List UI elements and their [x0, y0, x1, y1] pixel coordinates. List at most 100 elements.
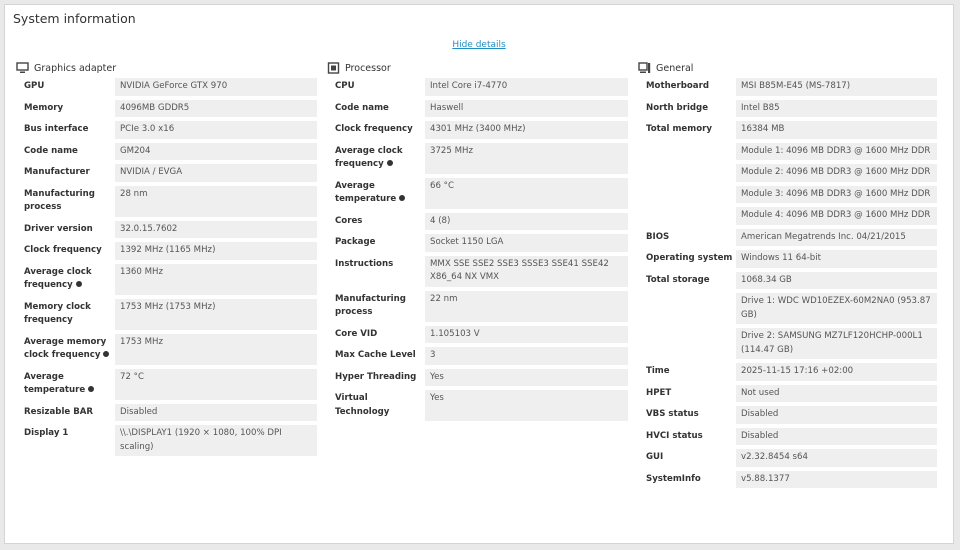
info-row: Module 4: 4096 MB DDR3 @ 1600 MHz DDR	[638, 207, 937, 225]
row-value: MMX SSE SSE2 SSE3 SSSE3 SSE41 SSE42 X86_…	[425, 255, 628, 287]
info-row: Average clock frequency 1360 MHz	[16, 263, 317, 295]
row-value: Intel Core i7-4770	[425, 78, 628, 96]
row-label-text: Average temperature	[335, 180, 397, 205]
info-row: Average temperature 66 °C	[327, 177, 628, 209]
row-label: Bus interface	[16, 121, 115, 139]
row-label: Memory clock frequency	[16, 299, 115, 330]
row-label: HVCI status	[638, 428, 736, 446]
row-label: Core VID	[327, 326, 425, 344]
info-row: Memory 4096MB GDDR5	[16, 99, 317, 117]
row-label-text: North bridge	[646, 102, 709, 113]
row-label-text: Resizable BAR	[24, 406, 94, 417]
info-row: Code name GM204	[16, 142, 317, 160]
info-row: Code name Haswell	[327, 99, 628, 117]
row-label: Average clock frequency	[16, 264, 115, 295]
info-row: Drive 1: WDC WD10EZEX-60M2NA0 (953.87 GB…	[638, 293, 937, 324]
row-label-text: GUI	[646, 452, 664, 462]
row-label: CPU	[327, 78, 425, 96]
row-value: Drive 2: SAMSUNG MZ7LF120HCHP-000L1 (114…	[736, 328, 937, 359]
info-icon[interactable]	[399, 194, 406, 201]
graphics-rows: GPU NVIDIA GeForce GTX 970 Memory 4096MB GD…	[16, 78, 317, 456]
row-label-text: Cores	[335, 215, 363, 226]
info-icon[interactable]	[386, 159, 393, 166]
row-label-text: VBS status	[646, 409, 699, 419]
row-label-text: Code name	[335, 102, 389, 113]
info-row: Display 1 \\.\DISPLAY1 (1920 × 1080, 100%…	[16, 425, 317, 456]
info-row: BIOS American Megatrends Inc. 04/21/2015	[638, 228, 937, 246]
row-value: Disabled	[115, 403, 317, 421]
info-row: Bus interface PCIe 3.0 x16	[16, 121, 317, 139]
info-row: Drive 2: SAMSUNG MZ7LF120HCHP-000L1 (114…	[638, 328, 937, 359]
graphics-adapter-header: Graphics adapter	[16, 61, 317, 75]
row-label-text: BIOS	[646, 231, 670, 242]
row-value: 1.105103 V	[425, 325, 628, 343]
info-row: GPU NVIDIA GeForce GTX 970	[16, 78, 317, 96]
row-value: 4096MB GDDR5	[115, 99, 317, 117]
info-row: Virtual Technology Yes	[327, 390, 628, 421]
row-value: Disabled	[736, 406, 937, 424]
info-row: Clock frequency 4301 MHz (3400 MHz)	[327, 121, 628, 139]
row-label: Average memory clock frequency	[16, 334, 115, 365]
row-value: 1360 MHz	[115, 263, 317, 295]
info-row: Average memory clock frequency 1753 MHz	[16, 333, 317, 365]
info-row: Operating system Windows 11 64-bit	[638, 250, 937, 268]
info-row: North bridge Intel B85	[638, 99, 937, 118]
info-row: GUI v2.32.8454 s64	[638, 449, 937, 467]
row-label: North bridge	[638, 100, 736, 118]
row-label-text: Memory	[24, 102, 64, 113]
row-label: GUI	[638, 449, 736, 467]
row-label: GPU	[16, 78, 115, 96]
hide-details-link[interactable]: Hide details	[5, 40, 953, 50]
info-icon[interactable]	[88, 385, 95, 392]
row-label-text: Total storage	[646, 274, 710, 285]
general-section: General Motherboard MSI B85M-E45 (MS-7817…	[638, 61, 937, 492]
row-value: \\.\DISPLAY1 (1920 × 1080, 100% DPI scal…	[115, 425, 317, 456]
row-label: Operating system	[638, 250, 736, 268]
row-label	[638, 143, 736, 161]
info-icon[interactable]	[103, 350, 110, 357]
processor-title: Processor	[345, 62, 391, 74]
row-label-text: HVCI status	[646, 430, 703, 441]
row-label-text: Driver version	[24, 223, 93, 234]
row-value: NVIDIA / EVGA	[115, 164, 317, 182]
info-row: Instructions MMX SSE SSE2 SSE3 SSSE3 SSE4…	[327, 255, 628, 287]
row-label: Hyper Threading	[327, 369, 425, 387]
row-label-text: Manufacturer	[24, 167, 90, 177]
row-value: American Megatrends Inc. 04/21/2015	[736, 228, 937, 246]
row-label: Average temperature	[16, 369, 115, 400]
row-value: 66 °C	[425, 177, 628, 209]
row-value: 4301 MHz (3400 MHz)	[425, 121, 628, 139]
row-label	[638, 328, 736, 359]
row-label: VBS status	[638, 406, 736, 424]
row-label	[638, 207, 736, 225]
info-row: Package Socket 1150 LGA	[327, 234, 628, 252]
row-label: Display 1	[16, 425, 115, 456]
row-value: 22 nm	[425, 290, 628, 322]
graphics-adapter-section: Graphics adapter GPU NVIDIA GeForce GTX 9…	[16, 61, 317, 460]
info-row: Module 2: 4096 MB DDR3 @ 1600 MHz DDR	[638, 164, 937, 182]
row-value: Intel B85	[736, 99, 937, 117]
row-label-text: Average temperature	[24, 371, 86, 396]
row-value: Module 3: 4096 MB DDR3 @ 1600 MHz DDR	[736, 185, 937, 203]
processor-section: Processor CPU Intel Core i7-4770 Code name…	[327, 61, 628, 425]
graphics-adapter-title: Graphics adapter	[34, 62, 117, 74]
monitor-icon	[16, 62, 29, 73]
row-label: Manufacturing process	[327, 291, 425, 322]
row-label: Manufacturing process	[16, 186, 115, 217]
row-label-text: Clock frequency	[335, 124, 413, 134]
row-label: Cores	[327, 213, 425, 231]
processor-header: Processor	[327, 61, 628, 75]
info-row: Memory clock frequency 1753 MHz (1753 MHz…	[16, 298, 317, 330]
row-value: 28 nm	[115, 185, 317, 217]
row-label: Driver version	[16, 221, 115, 239]
info-row: CPU Intel Core i7-4770	[327, 78, 628, 96]
info-row: Hyper Threading Yes	[327, 368, 628, 387]
row-label-text: Virtual Technology	[335, 393, 390, 417]
row-label	[638, 186, 736, 204]
row-label-text: Core VID	[335, 328, 378, 339]
row-value: Yes	[425, 390, 628, 421]
row-value: Disabled	[736, 427, 937, 445]
row-value: Haswell	[425, 99, 628, 117]
row-value: v2.32.8454 s64	[736, 449, 937, 467]
info-icon[interactable]	[75, 280, 82, 287]
